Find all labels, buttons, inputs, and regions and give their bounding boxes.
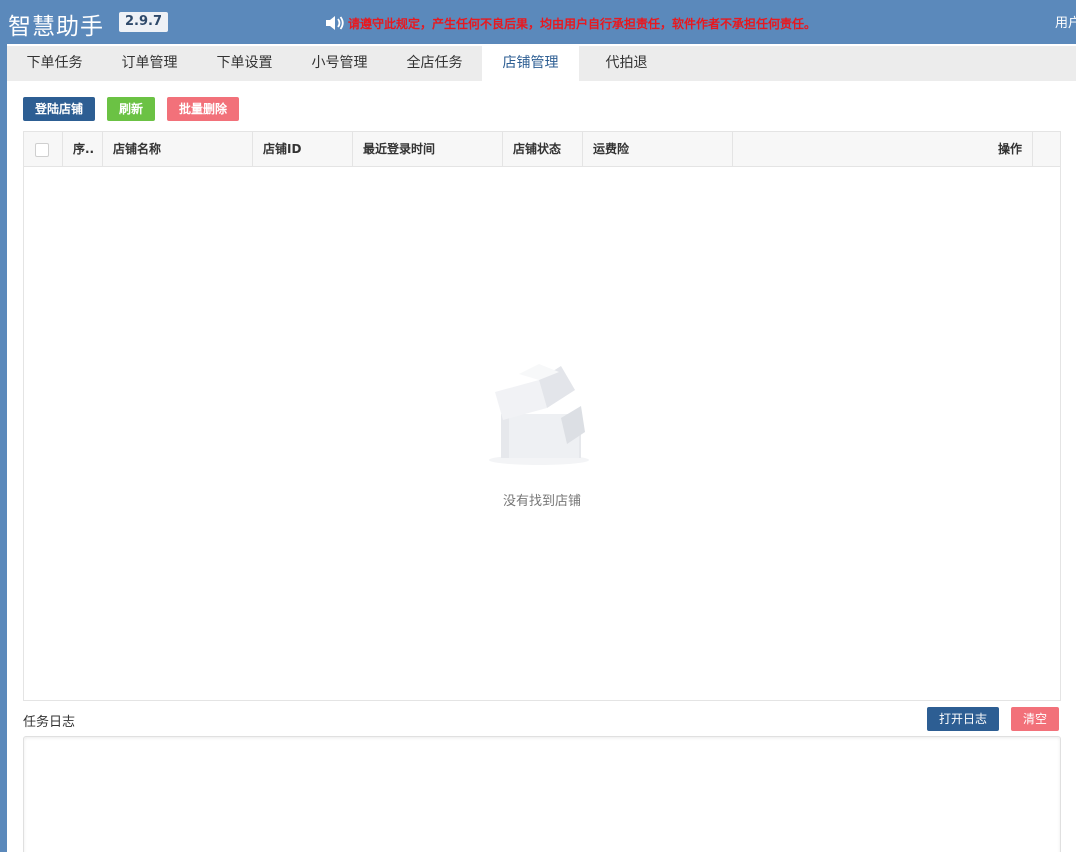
column-shipping-insurance[interactable]: 运费险	[583, 132, 733, 167]
batch-delete-button[interactable]: 批量删除	[167, 97, 239, 121]
notice-bar: 请遵守此规定，产生任何不良后果，均由用户自行承担责任，软件作者不承担任何责任。	[324, 13, 816, 33]
tab-proxy-return[interactable]: 代拍退	[579, 46, 674, 81]
tab-bar: 下单任务 订单管理 下单设置 小号管理 全店任务 店铺管理 代拍退	[7, 46, 1076, 81]
tab-store-management[interactable]: 店铺管理	[482, 46, 579, 81]
main-panel: 下单任务 订单管理 下单设置 小号管理 全店任务 店铺管理 代拍退 登陆店铺 刷…	[7, 44, 1076, 852]
column-store-id[interactable]: 店铺ID	[253, 132, 353, 167]
tab-order-tasks[interactable]: 下单任务	[7, 46, 102, 81]
user-label[interactable]: 用户	[1055, 12, 1076, 31]
version-badge: 2.9.7	[119, 12, 169, 32]
empty-state-text: 没有找到店铺	[502, 494, 581, 509]
column-last-login[interactable]: 最近登录时间	[353, 132, 503, 167]
tab-order-settings[interactable]: 下单设置	[197, 46, 292, 81]
open-log-button[interactable]: 打开日志	[927, 707, 999, 731]
app-header: 智慧助手 2.9.7 请遵守此规定，产生任何不良后果，均由用户自行承担责任，软件…	[0, 0, 1076, 44]
app-title: 智慧助手	[8, 14, 104, 40]
select-all-checkbox[interactable]	[35, 143, 49, 157]
column-store-name[interactable]: 店铺名称	[103, 132, 253, 167]
tab-account-management[interactable]: 小号管理	[292, 46, 387, 81]
column-index[interactable]: 序..	[63, 132, 103, 167]
clear-log-button[interactable]: 清空	[1011, 707, 1059, 731]
task-log-label: 任务日志	[23, 715, 76, 730]
select-all-cell	[24, 132, 63, 167]
table-header: 序.. 店铺名称 店铺ID 最近登录时间 店铺状态 运费险 操作	[24, 132, 1060, 167]
tab-store-wide-tasks[interactable]: 全店任务	[387, 46, 482, 81]
empty-box-icon	[489, 364, 589, 465]
column-store-status[interactable]: 店铺状态	[503, 132, 583, 167]
notice-text: 请遵守此规定，产生任何不良后果，均由用户自行承担责任，软件作者不承担任何责任。	[348, 16, 817, 31]
store-table: 序.. 店铺名称 店铺ID 最近登录时间 店铺状态 运费险 操作 没有找到店铺	[23, 131, 1061, 701]
login-store-button[interactable]: 登陆店铺	[23, 97, 95, 121]
speaker-icon	[326, 16, 344, 30]
column-actions[interactable]: 操作	[733, 132, 1033, 167]
tab-order-management[interactable]: 订单管理	[102, 46, 197, 81]
task-log-area[interactable]	[23, 736, 1061, 852]
refresh-button[interactable]: 刷新	[107, 97, 155, 121]
